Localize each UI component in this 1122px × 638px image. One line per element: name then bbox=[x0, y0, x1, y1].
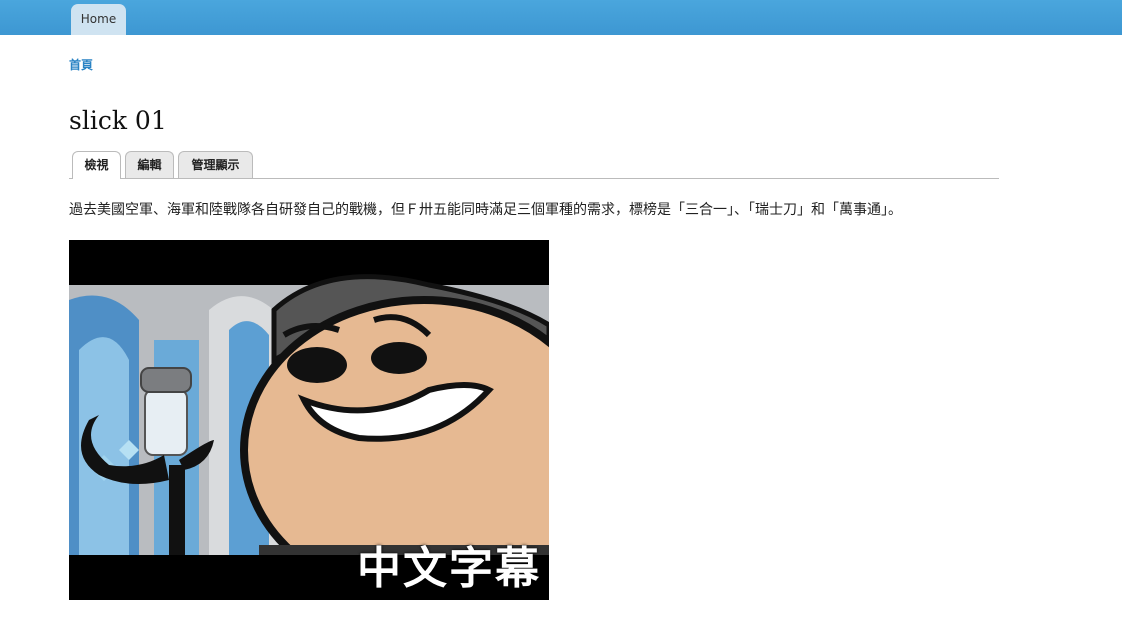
home-tab[interactable]: Home bbox=[71, 4, 126, 35]
breadcrumb-home-link[interactable]: 首頁 bbox=[69, 56, 93, 73]
top-nav-bar: Home bbox=[0, 0, 1122, 35]
tab-view[interactable]: 檢視 bbox=[72, 151, 121, 179]
local-tasks-tabs: 檢視 編輯 管理顯示 bbox=[69, 150, 999, 179]
body-text: 過去美國空軍、海軍和陸戰隊各自研發自己的戰機，但Ｆ卅五能同時滿足三個軍種的需求，… bbox=[69, 202, 902, 218]
video-thumbnail-image: 中文字幕 bbox=[69, 240, 549, 600]
page-title: slick 01 bbox=[69, 106, 167, 135]
subtitle-overlay-text: 中文字幕 bbox=[357, 543, 541, 594]
tab-edit[interactable]: 編輯 bbox=[125, 151, 174, 178]
tab-manage-display[interactable]: 管理顯示 bbox=[178, 151, 253, 178]
